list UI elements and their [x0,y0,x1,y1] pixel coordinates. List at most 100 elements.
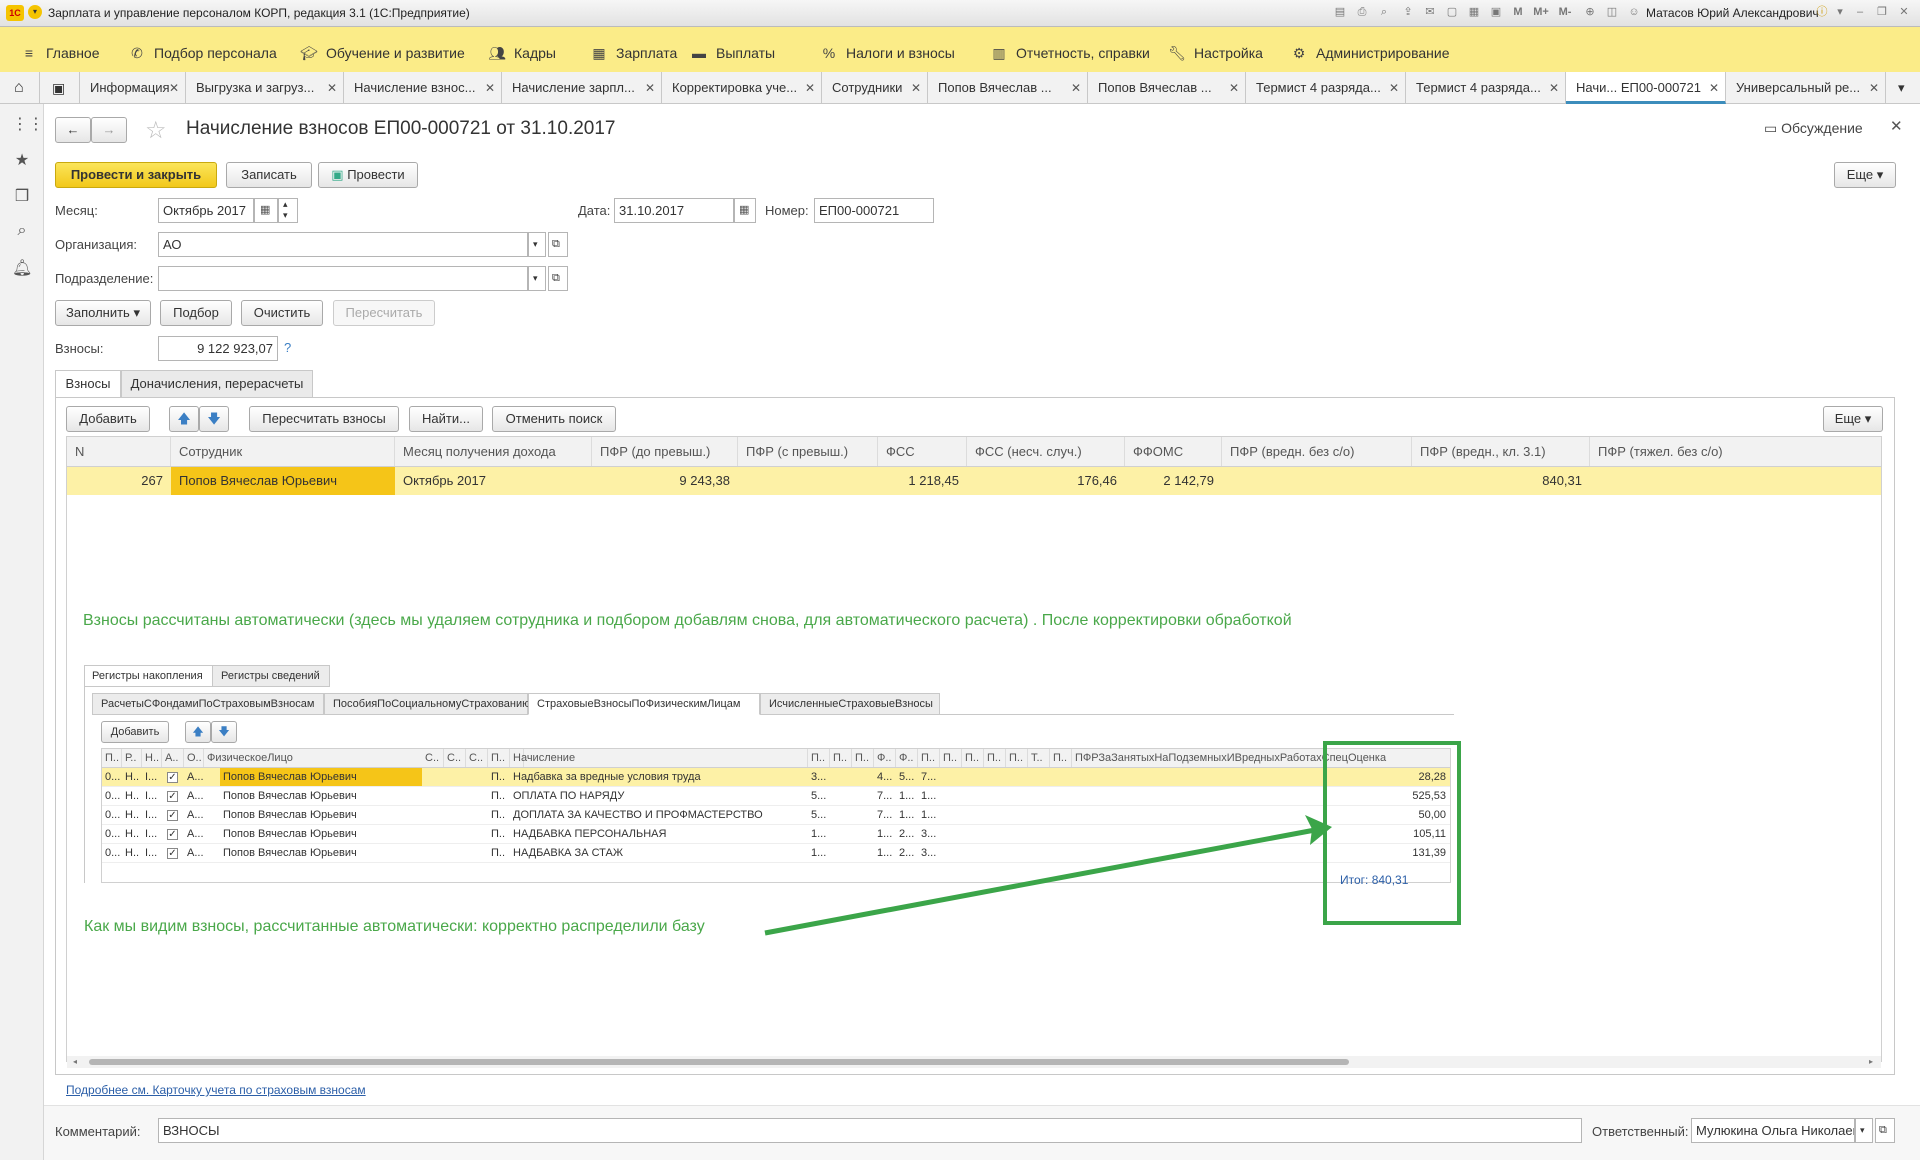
organization-dropdown-icon[interactable]: ▾ [528,232,546,257]
post-and-close-button[interactable]: Провести и закрыть [55,162,217,188]
favorites-star-icon[interactable]: ★ [12,150,32,170]
menu-item-recruitment[interactable]: ✆ Подбор персонала [128,45,277,62]
bell-icon[interactable]: 🔔︎ [12,258,32,278]
tab-employees[interactable]: Сотрудники ✕ [822,72,928,104]
dropdown-icon[interactable]: ▾ [1832,4,1848,20]
register-row[interactable]: 0... Н.. I... А... П.. ОПЛАТА ПО НАРЯДУ 5... 7.… [102,787,1450,806]
reg-col-accrual[interactable]: Начисление [510,749,808,767]
close-tab-icon[interactable]: ✕ [645,72,655,104]
menu-item-training[interactable]: 🎓︎ Обучение и развитие [300,45,465,62]
move-up-icon[interactable]: 🡅︎ [169,406,199,432]
tab-correction[interactable]: Корректировка уче... ✕ [662,72,822,104]
scroll-left-icon[interactable]: ◂ [73,1057,77,1066]
panels-icon[interactable]: ◫ [1604,4,1620,20]
col-n[interactable]: N [67,437,171,466]
document-icon[interactable]: ▢ [1444,4,1460,20]
active-checkbox[interactable]: ✓ [164,825,184,843]
minimize-icon[interactable]: – [1852,4,1868,20]
responsible-dropdown-icon[interactable]: ▾ [1855,1118,1873,1143]
table-icon[interactable]: ▦ [1466,4,1482,20]
current-user[interactable]: Матасов Юрий Александрович [1646,6,1819,20]
recalc-contributions-button[interactable]: Пересчитать взносы [249,406,399,432]
tab-universal-report[interactable]: Универсальный ре... ✕ [1726,72,1886,104]
close-tab-icon[interactable]: ✕ [169,72,179,104]
menu-item-settings[interactable]: 🔧︎ Настройка [1168,45,1263,62]
reg-col[interactable]: О.. [184,749,204,767]
col-pfr-before[interactable]: ПФР (до превыш.) [592,437,738,466]
history-icon[interactable]: ❒ [12,186,32,206]
insurance-card-link[interactable]: Подробнее см. Карточку учета по страховы… [66,1083,366,1097]
select-button[interactable]: Подбор [160,300,232,326]
close-tab-icon[interactable]: ✕ [485,72,495,104]
tab-contrib-list[interactable]: Начисление взнос... ✕ [344,72,502,104]
subtab-info-registers[interactable]: Регистры сведений [212,665,330,687]
find-button[interactable]: Найти... [409,406,483,432]
memory-m-icon[interactable]: M [1510,4,1526,20]
active-checkbox[interactable]: ✓ [164,787,184,805]
close-window-icon[interactable]: ✕ [1896,4,1912,20]
tab-info[interactable]: Информация ✕ [80,72,186,104]
recalculate-button[interactable]: Пересчитать [333,300,435,326]
search-icon[interactable]: ⌕ [12,222,32,242]
print-icon[interactable]: ⎙ [1354,4,1370,20]
search-icon[interactable]: ⌕ [1376,4,1392,20]
register-cell-person[interactable]: Попов Вячеслав Юрьевич [220,806,422,824]
subtab-insurance-by-person[interactable]: СтраховыеВзносыПоФизическимЛицам [528,693,760,715]
reg-col[interactable]: Ф.. [896,749,918,767]
close-tab-icon[interactable]: ✕ [1389,72,1399,104]
reg-col[interactable]: С.. [466,749,488,767]
save-button[interactable]: Записать [226,162,312,188]
close-tab-icon[interactable]: ✕ [1709,72,1719,101]
organization-open-icon[interactable]: ⧉ [548,232,568,257]
col-ffoms[interactable]: ФФОМС [1125,437,1222,466]
menu-item-taxes[interactable]: % Налоги и взносы [820,45,955,61]
apps-grid-icon[interactable]: ⋮⋮ [12,114,44,134]
comment-input[interactable]: ВЗНОСЫ [158,1118,1582,1143]
menu-item-salary[interactable]: ▦ Зарплата [590,45,677,62]
tab-popov-1[interactable]: Попов Вячеслав ... ✕ [928,72,1088,104]
register-cell-person[interactable]: Попов Вячеслав Юрьевич [220,825,422,843]
info-icon[interactable]: ⓘ [1814,4,1830,20]
reg-col[interactable]: Н.. [142,749,162,767]
reg-col[interactable]: П.. [808,749,830,767]
table-row[interactable]: 267 Попов Вячеслав Юрьевич Октябрь 2017 … [67,467,1881,495]
zoom-icon[interactable]: ⊕ [1582,4,1598,20]
department-open-icon[interactable]: ⧉ [548,266,568,291]
col-pfr-harmful[interactable]: ПФР (вредн. без с/о) [1222,437,1412,466]
register-cell-person[interactable]: Попов Вячеслав Юрьевич [220,844,422,862]
tab-current-doc[interactable]: Начи... ЕП00-000721 ✕ [1566,72,1726,104]
calendar-icon[interactable]: ▦ [254,198,278,223]
month-input[interactable]: Октябрь 2017 [158,198,254,223]
cell-employee[interactable]: Попов Вячеслав Юрьевич [171,467,395,495]
maximize-icon[interactable]: ❐ [1874,4,1890,20]
col-pfr-harmful-31[interactable]: ПФР (вредн., кл. 3.1) [1412,437,1590,466]
tab-additional-accruals[interactable]: Доначисления, перерасчеты [121,370,313,398]
col-fss[interactable]: ФСС [878,437,967,466]
main-menu-icon[interactable]: ▾ [28,5,42,19]
date-input[interactable]: 31.10.2017 [614,198,734,223]
scroll-right-icon[interactable]: ▸ [1869,1057,1873,1066]
close-tab-icon[interactable]: ✕ [1549,72,1559,104]
tab-thermist-1[interactable]: Термист 4 разряда... ✕ [1246,72,1406,104]
col-income-month[interactable]: Месяц получения дохода [395,437,592,466]
reg-col[interactable]: П.. [918,749,940,767]
col-employee[interactable]: Сотрудник [171,437,395,466]
tab-contributions[interactable]: Взносы [55,370,121,398]
table-more-button[interactable]: Еще ▾ [1823,406,1883,432]
help-icon[interactable]: ? [284,340,291,355]
mail-icon[interactable]: ✉ [1422,4,1438,20]
home-icon[interactable]: ⌂ [0,72,40,104]
col-pfr-after[interactable]: ПФР (с превыш.) [738,437,878,466]
subtab-social-benefits[interactable]: ПособияПоСоциальномуСтрахованию [324,693,530,715]
clear-button[interactable]: Очистить [241,300,323,326]
close-tab-icon[interactable]: ✕ [1869,72,1879,104]
month-spinner[interactable]: ▴ ▾ [278,198,298,223]
department-input[interactable] [158,266,528,291]
reg-col[interactable]: П.. [962,749,984,767]
menu-item-reports[interactable]: ▥ Отчетность, справки [990,45,1150,62]
save-icon[interactable]: ▤ [1332,4,1348,20]
close-tab-icon[interactable]: ✕ [911,72,921,104]
close-tab-icon[interactable]: ✕ [327,72,337,104]
subtab-funds-settlements[interactable]: РасчетыСФондамиПоСтраховымВзносам [92,693,324,715]
more-tabs-icon[interactable]: ▾ [1886,72,1920,104]
